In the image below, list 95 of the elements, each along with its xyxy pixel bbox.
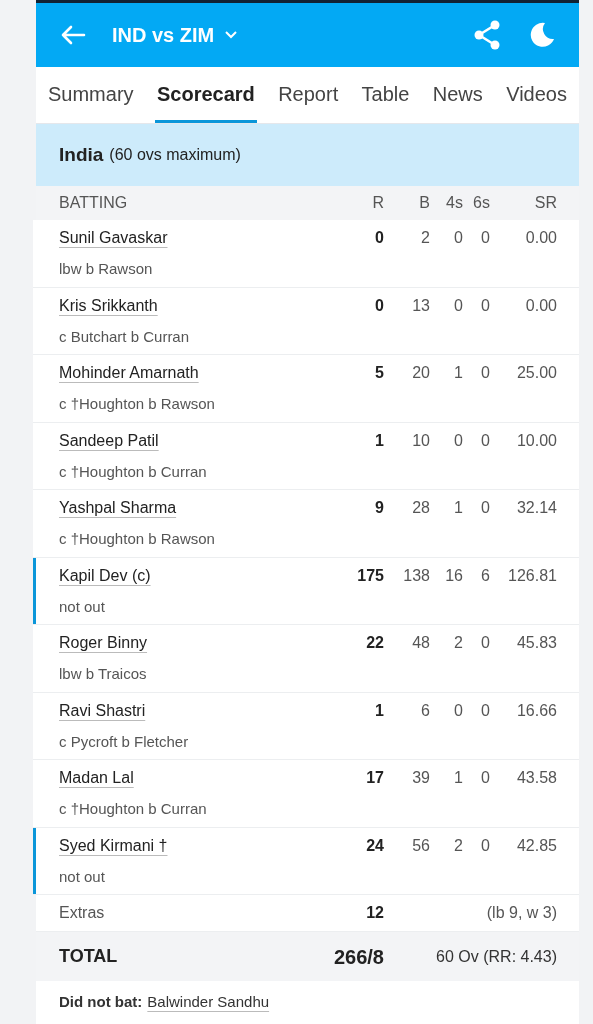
strike-rate-value: 10.00 xyxy=(515,430,557,451)
fours-value: 0 xyxy=(453,228,463,248)
chevron-down-icon[interactable] xyxy=(224,30,239,40)
tab[interactable]: Summary xyxy=(46,67,136,123)
balls-value: 13 xyxy=(411,295,430,316)
batter-name[interactable]: Syed Kirmani † xyxy=(59,833,174,858)
column-header: BATTING xyxy=(59,193,129,213)
batter-name[interactable]: Ravi Shastri xyxy=(59,698,152,723)
moon-icon[interactable] xyxy=(529,22,555,48)
strike-rate-value: 126.81 xyxy=(507,565,557,586)
batter-name[interactable]: Sandeep Patil xyxy=(59,428,165,453)
dismissal-text: not out xyxy=(59,596,105,617)
balls-value: 10 xyxy=(411,430,430,451)
player-link[interactable]: Balwinder Sandhu xyxy=(147,990,270,1014)
dismissal-text: lbw b Traicos xyxy=(59,664,147,684)
runs-value: 175 xyxy=(356,565,384,586)
dismissal-text: c †Houghton b Rawson xyxy=(59,529,215,549)
runs-value: 24 xyxy=(365,835,384,856)
balls-value: 6 xyxy=(420,700,430,721)
runs-value: 9 xyxy=(374,498,384,518)
balls-value: 48 xyxy=(411,633,430,653)
fours-value: 16 xyxy=(444,565,463,586)
sixes-value: 0 xyxy=(480,768,490,788)
balls-value: 138 xyxy=(402,565,430,586)
column-header: 4s xyxy=(445,193,463,213)
batter-name[interactable]: Mohinder Amarnath xyxy=(59,361,205,385)
tab[interactable]: Report xyxy=(276,67,341,123)
batter-name[interactable]: Sunil Gavaskar xyxy=(59,226,174,250)
sixes-value: 0 xyxy=(480,498,490,518)
team-name: India xyxy=(59,142,104,167)
total-label: TOTAL xyxy=(59,945,119,968)
dismissal-text: c †Houghton b Rawson xyxy=(59,394,215,414)
column-header: R xyxy=(371,193,384,213)
tab[interactable]: Table xyxy=(359,67,412,123)
strike-rate-value: 0.00 xyxy=(524,295,557,316)
total-detail: 60 Ov (RR: 4.43) xyxy=(435,946,557,967)
fours-value: 0 xyxy=(453,700,463,721)
dismissal-text: c Butchart b Curran xyxy=(59,326,190,347)
dismissal-text: c †Houghton b Curran xyxy=(59,799,207,819)
fours-value: 1 xyxy=(453,363,463,383)
fours-value: 2 xyxy=(453,835,463,856)
strike-rate-value: 43.58 xyxy=(515,768,557,788)
batter-name[interactable]: Kapil Dev (c) xyxy=(59,563,157,588)
extras-label: Extras xyxy=(59,903,106,923)
column-header: SR xyxy=(533,193,557,213)
share-icon[interactable] xyxy=(473,20,501,50)
balls-value: 39 xyxy=(411,768,430,788)
runs-value: 0 xyxy=(374,228,384,248)
sixes-value: 0 xyxy=(480,228,490,248)
runs-value: 0 xyxy=(374,295,384,316)
fours-value: 0 xyxy=(453,295,463,316)
runs-value: 17 xyxy=(365,768,384,788)
dismissal-text: c Pycroft b Fletcher xyxy=(59,731,189,752)
batter-name[interactable]: Kris Srikkanth xyxy=(59,293,164,318)
runs-value: 5 xyxy=(374,363,384,383)
dismissal-text: c †Houghton b Curran xyxy=(59,461,207,482)
runs-value: 22 xyxy=(365,633,384,653)
total-runs: 266/8 xyxy=(333,944,384,970)
batter-name[interactable]: Roger Binny xyxy=(59,631,154,655)
column-header: B xyxy=(418,193,430,213)
batter-name[interactable]: Madan Lal xyxy=(59,766,140,790)
batter-name[interactable]: Yashpal Sharma xyxy=(59,496,183,520)
sixes-value: 0 xyxy=(480,430,490,451)
extras-runs: 12 xyxy=(365,903,384,923)
strike-rate-value: 42.85 xyxy=(515,835,557,856)
strike-rate-value: 32.14 xyxy=(515,498,557,518)
fours-value: 2 xyxy=(453,633,463,653)
sixes-value: 0 xyxy=(480,633,490,653)
column-header: 6s xyxy=(472,193,490,213)
runs-value: 1 xyxy=(374,700,384,721)
strike-rate-value: 0.00 xyxy=(524,228,557,248)
sixes-value: 6 xyxy=(480,565,490,586)
fours-value: 0 xyxy=(453,430,463,451)
strike-rate-value: 45.83 xyxy=(515,633,557,653)
sixes-value: 0 xyxy=(480,295,490,316)
strike-rate-value: 25.00 xyxy=(515,363,557,383)
balls-value: 2 xyxy=(420,228,430,248)
balls-value: 56 xyxy=(411,835,430,856)
extras-detail: (lb 9, w 3) xyxy=(485,903,557,923)
sixes-value: 0 xyxy=(480,363,490,383)
dismissal-text: not out xyxy=(59,866,105,887)
did-not-bat-label: Did not bat: xyxy=(59,991,143,1012)
innings-note: (60 ovs maximum) xyxy=(109,145,241,165)
sixes-value: 0 xyxy=(480,835,490,856)
tab[interactable]: News xyxy=(430,67,485,123)
fours-value: 1 xyxy=(453,498,463,518)
strike-rate-value: 16.66 xyxy=(515,700,557,721)
back-icon[interactable] xyxy=(60,24,86,46)
fours-value: 1 xyxy=(453,768,463,788)
balls-value: 20 xyxy=(411,363,430,383)
runs-value: 1 xyxy=(374,430,384,451)
dismissal-text: lbw b Rawson xyxy=(59,259,153,279)
tab[interactable]: Videos xyxy=(504,67,569,123)
balls-value: 28 xyxy=(411,498,430,518)
sixes-value: 0 xyxy=(480,700,490,721)
